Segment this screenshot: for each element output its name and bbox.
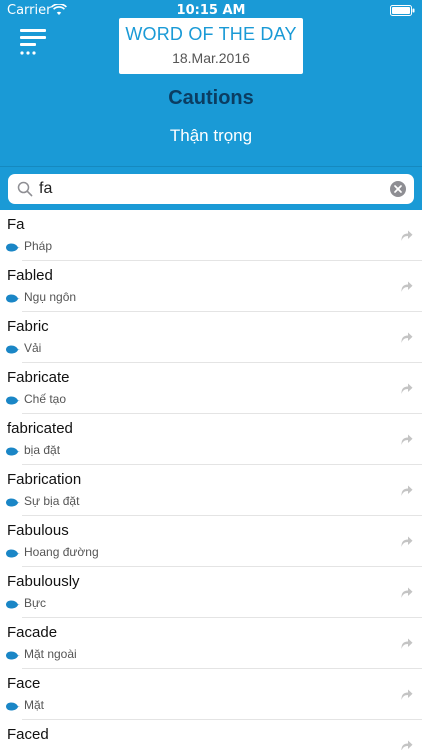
result-row[interactable]: Fa Pháp: [0, 210, 422, 261]
share-arrow-icon[interactable]: [399, 381, 413, 395]
menu-icon[interactable]: [18, 28, 48, 56]
result-word: fabricated: [7, 420, 73, 437]
result-row[interactable]: Fabulous Hoang đường: [0, 516, 422, 567]
result-meaning: Sự bịa đặt: [24, 494, 80, 508]
result-word: Face: [7, 675, 41, 692]
share-arrow-icon[interactable]: [399, 330, 413, 344]
featured-word-meaning: Thận trọng: [169, 126, 253, 145]
result-row[interactable]: Fabric Vải: [0, 312, 422, 363]
results-list: Fa Pháp Fabled Ngụ ngôn Fabric Vải Fabricate Ch…: [0, 210, 422, 750]
result-meaning: Pháp: [24, 239, 53, 253]
result-word: Fabricate: [7, 369, 70, 386]
speech-bubble-icon: [6, 243, 20, 252]
result-row[interactable]: Fabrication Sự bịa đặt: [0, 465, 422, 516]
speech-bubble-icon: [6, 702, 20, 711]
speech-bubble-icon: [6, 600, 20, 609]
result-word: Fa: [7, 216, 25, 233]
share-arrow-icon[interactable]: [399, 636, 413, 650]
result-word: Fabrication: [7, 471, 82, 488]
share-arrow-icon[interactable]: [399, 432, 413, 446]
result-row[interactable]: fabricated bịa đặt: [0, 414, 422, 465]
search-bar: [0, 166, 422, 210]
speech-bubble-icon: [6, 345, 20, 354]
share-arrow-icon[interactable]: [399, 228, 413, 242]
result-meaning: Chế tạo: [24, 392, 67, 406]
clear-icon[interactable]: [390, 181, 406, 197]
speech-bubble-icon: [6, 651, 20, 660]
result-row[interactable]: Fabricate Chế tạo: [0, 363, 422, 414]
result-word: Fabulously: [7, 573, 80, 590]
result-row[interactable]: Face Mặt: [0, 669, 422, 720]
result-word: Fabled: [7, 267, 53, 284]
speech-bubble-icon: [6, 294, 20, 303]
result-word: Fabric: [7, 318, 49, 335]
speech-bubble-icon: [6, 549, 20, 558]
result-meaning: Vải: [24, 341, 42, 355]
speech-bubble-icon: [6, 447, 20, 456]
share-arrow-icon[interactable]: [399, 687, 413, 701]
result-meaning: Hoang đường: [24, 545, 99, 559]
share-arrow-icon[interactable]: [399, 279, 413, 293]
result-meaning: Mặt: [24, 698, 45, 712]
share-arrow-icon[interactable]: [399, 585, 413, 599]
header: Carrier 10:15 AM WORD OF THE DAY 18.Mar.…: [0, 0, 422, 166]
word-of-the-day-date: 18.Mar.2016: [172, 50, 250, 66]
result-word: Facade: [7, 624, 58, 641]
share-arrow-icon[interactable]: [399, 534, 413, 548]
result-row[interactable]: Faced: [0, 720, 422, 750]
share-arrow-icon[interactable]: [399, 738, 413, 750]
share-arrow-icon[interactable]: [399, 483, 413, 497]
result-row[interactable]: Fabled Ngụ ngôn: [0, 261, 422, 312]
speech-bubble-icon: [6, 498, 20, 507]
result-word: Faced: [7, 726, 49, 743]
result-meaning: Bực: [24, 596, 47, 610]
result-row[interactable]: Facade Mặt ngoài: [0, 618, 422, 669]
result-word: Fabulous: [7, 522, 69, 539]
result-meaning: Mặt ngoài: [24, 647, 77, 661]
search-icon: [17, 181, 33, 197]
word-of-the-day-title: WORD OF THE DAY: [125, 24, 297, 44]
battery-icon: [390, 5, 415, 16]
result-meaning: bịa đặt: [24, 443, 61, 457]
result-meaning: Ngụ ngôn: [24, 290, 77, 304]
status-time: 10:15 AM: [176, 3, 246, 18]
word-of-the-day-card[interactable]: WORD OF THE DAY 18.Mar.2016: [119, 18, 303, 74]
featured-word[interactable]: Cautions: [0, 87, 422, 110]
search-input[interactable]: [39, 176, 379, 202]
result-row[interactable]: Fabulously Bực: [0, 567, 422, 618]
speech-bubble-icon: [6, 396, 20, 405]
search-box[interactable]: [8, 174, 414, 204]
